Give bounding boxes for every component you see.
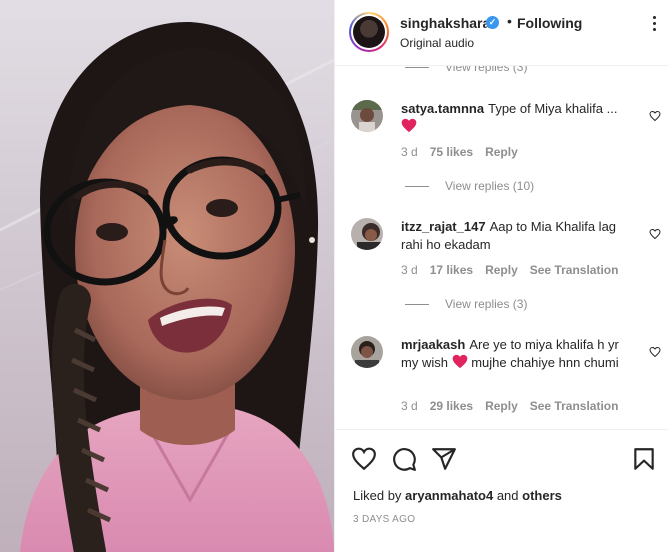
- red-heart-emoji-icon: [452, 354, 467, 369]
- separator-dot: •: [507, 13, 512, 29]
- send-icon[interactable]: [431, 446, 457, 472]
- comments-list[interactable]: View replies (3) satya.tamnna Type of Miy…: [335, 66, 668, 429]
- comment-likes[interactable]: 29 likes: [430, 399, 473, 413]
- comment-icon[interactable]: [391, 446, 417, 472]
- heart-icon[interactable]: [351, 446, 377, 472]
- liked-by-prefix: Liked by: [353, 488, 402, 503]
- comment-reply-button[interactable]: Reply: [485, 145, 518, 159]
- comment-likes[interactable]: 75 likes: [430, 145, 473, 159]
- comment-text-continued: mujhe chahiye hnn chumi: [471, 355, 619, 370]
- comment-text: Type of Miya khalifa ...: [488, 101, 618, 116]
- post-actions: Liked by aryanmahato4 and others 3 DAYS …: [335, 429, 668, 552]
- view-replies-button[interactable]: View replies (3): [405, 66, 527, 74]
- liked-by-summary: Liked by aryanmahato4 and others: [353, 488, 562, 503]
- post-timestamp[interactable]: 3 DAYS AGO: [353, 514, 415, 525]
- author-avatar[interactable]: [349, 12, 389, 52]
- commenter-avatar[interactable]: [351, 336, 383, 368]
- bookmark-icon[interactable]: [631, 446, 657, 472]
- post-side-panel: singhakshara ✓ • Following Original audi…: [334, 0, 668, 552]
- comment-username[interactable]: satya.tamnna: [401, 101, 484, 116]
- liked-by-others-link[interactable]: others: [522, 488, 562, 503]
- view-replies-label: View replies (10): [445, 179, 535, 193]
- red-heart-emoji-icon: [401, 118, 417, 133]
- comment-meta: 3 d 29 likes Reply See Translation: [401, 399, 618, 413]
- view-replies-label: View replies (3): [445, 66, 528, 74]
- commenter-avatar[interactable]: [351, 100, 383, 132]
- author-username[interactable]: singhakshara: [400, 15, 490, 31]
- comment-likes[interactable]: 17 likes: [430, 263, 473, 277]
- comment-meta: 3 d 17 likes Reply See Translation: [401, 263, 618, 277]
- comment-username[interactable]: itzz_rajat_147: [401, 219, 486, 234]
- following-button[interactable]: Following: [517, 15, 582, 31]
- comment-time: 3 d: [401, 263, 418, 277]
- video-frame: [0, 0, 334, 552]
- audio-link[interactable]: Original audio: [400, 36, 474, 50]
- see-translation-button[interactable]: See Translation: [530, 263, 619, 277]
- post-media[interactable]: [0, 0, 334, 552]
- comment-time: 3 d: [401, 399, 418, 413]
- comment-like-heart-icon[interactable]: [649, 346, 661, 358]
- view-replies-button[interactable]: View replies (3): [405, 297, 527, 311]
- verified-badge-icon: ✓: [486, 16, 499, 29]
- more-options-icon[interactable]: [653, 16, 657, 34]
- post-header: singhakshara ✓ • Following Original audi…: [335, 0, 668, 66]
- view-replies-label: View replies (3): [445, 297, 528, 311]
- liked-by-user-link[interactable]: aryanmahato4: [405, 488, 493, 503]
- commenter-avatar[interactable]: [351, 218, 383, 250]
- view-replies-button[interactable]: View replies (10): [405, 179, 534, 193]
- comment-meta: 3 d 75 likes Reply: [401, 145, 518, 159]
- comment-username[interactable]: mrjaakash: [401, 337, 465, 352]
- comment-reply-button[interactable]: Reply: [485, 263, 518, 277]
- comment-reply-button[interactable]: Reply: [485, 399, 518, 413]
- comment-like-heart-icon[interactable]: [649, 110, 661, 122]
- see-translation-button[interactable]: See Translation: [530, 399, 619, 413]
- liked-by-and: and: [496, 488, 519, 503]
- comment-like-heart-icon[interactable]: [649, 228, 661, 240]
- comment-time: 3 d: [401, 145, 418, 159]
